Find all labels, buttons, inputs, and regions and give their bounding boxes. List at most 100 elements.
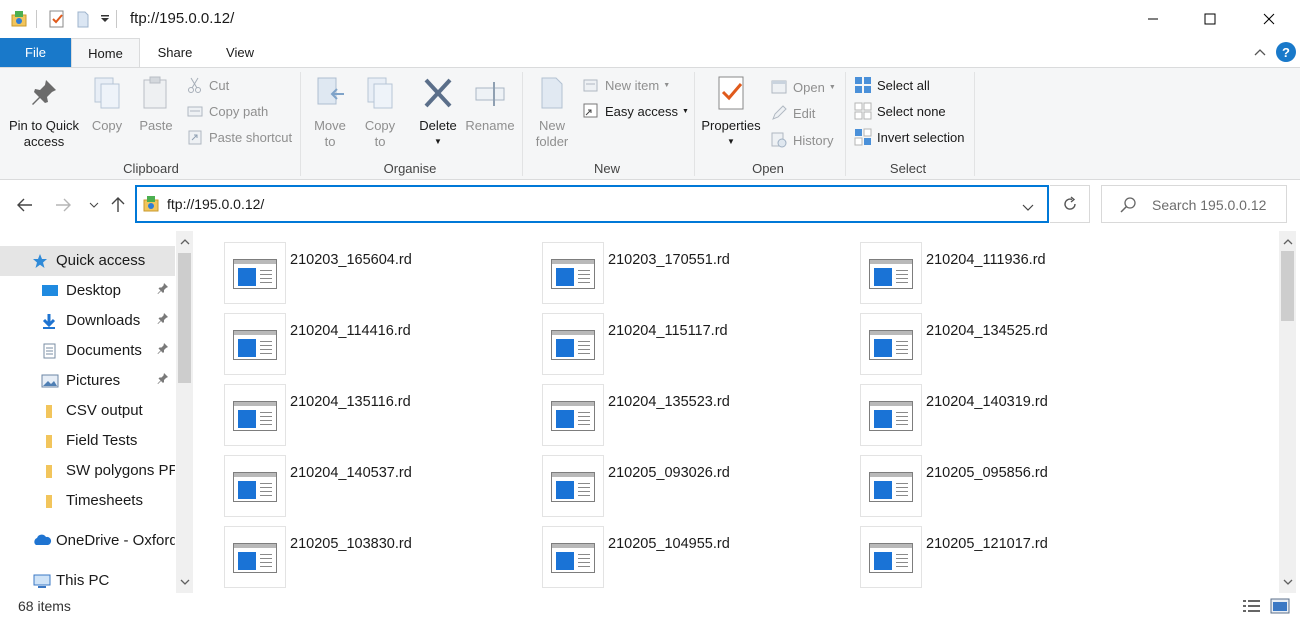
- file-item[interactable]: 210205_103830.rd: [224, 526, 524, 588]
- large-icons-view-icon[interactable]: [1270, 598, 1290, 616]
- maximize-button[interactable]: [1187, 0, 1233, 38]
- address-dropdown-chevron-icon[interactable]: [1022, 199, 1034, 215]
- rd-file-icon: [542, 455, 604, 517]
- forward-arrow-icon[interactable]: [53, 195, 73, 215]
- nav-item-quick-access[interactable]: Quick access: [0, 246, 175, 276]
- cut-button[interactable]: Cut: [186, 74, 229, 96]
- new-folder-qa-icon[interactable]: [72, 8, 94, 30]
- file-list-scrollbar[interactable]: [1279, 231, 1296, 593]
- window-title: ftp://195.0.0.12/: [130, 10, 235, 27]
- new-folder-label-1: New: [538, 118, 565, 133]
- close-button[interactable]: [1246, 0, 1292, 38]
- delete-dropdown-icon[interactable]: ▼: [416, 134, 460, 150]
- ftp-location-icon: [142, 195, 160, 213]
- address-input[interactable]: ftp://195.0.0.12/: [167, 196, 264, 212]
- history-label: History: [793, 132, 834, 148]
- easy-access-icon: [582, 102, 600, 120]
- edit-button[interactable]: Edit: [770, 102, 815, 124]
- nav-pane-scroll-thumb[interactable]: [178, 253, 191, 383]
- recent-locations-chevron-icon[interactable]: [84, 195, 104, 215]
- file-name: 210204_140319.rd: [926, 394, 1048, 410]
- nav-item-pictures[interactable]: Pictures: [0, 366, 175, 396]
- file-item[interactable]: 210204_135116.rd: [224, 384, 524, 446]
- tab-share[interactable]: Share: [140, 38, 210, 67]
- copy-icon: [89, 74, 125, 112]
- nav-item-label: Downloads: [66, 312, 141, 329]
- file-item[interactable]: 210204_111936.rd: [860, 242, 1160, 304]
- scroll-down-arrow-icon[interactable]: [176, 573, 193, 590]
- copy-path-icon: [186, 102, 204, 120]
- file-item[interactable]: 210204_140537.rd: [224, 455, 524, 517]
- help-icon[interactable]: ?: [1276, 42, 1296, 62]
- invert-selection-button[interactable]: Invert selection: [854, 126, 964, 148]
- rename-button[interactable]: Rename: [464, 74, 516, 134]
- scroll-up-arrow-icon[interactable]: [1279, 233, 1296, 250]
- select-none-button[interactable]: Select none: [854, 100, 946, 122]
- details-view-icon[interactable]: [1242, 598, 1262, 616]
- new-item-button[interactable]: New item ▼: [582, 74, 670, 96]
- pin-label-2: access: [23, 134, 65, 149]
- nav-item-csv-output[interactable]: CSV output: [0, 396, 175, 426]
- refresh-button[interactable]: [1050, 185, 1090, 223]
- rd-file-icon: [224, 313, 286, 375]
- pin-icon: [157, 372, 169, 387]
- ribbon-separator: [974, 72, 975, 176]
- nav-item-this-pc[interactable]: This PC: [0, 566, 175, 596]
- rd-file-icon: [224, 526, 286, 588]
- file-item[interactable]: 210204_140319.rd: [860, 384, 1160, 446]
- file-item[interactable]: 210205_121017.rd: [860, 526, 1160, 588]
- select-all-button[interactable]: Select all: [854, 74, 930, 96]
- copy-path-button[interactable]: Copy path: [186, 100, 268, 122]
- file-item[interactable]: 210204_115117.rd: [542, 313, 842, 375]
- address-bar[interactable]: ftp://195.0.0.12/: [135, 185, 1049, 223]
- nav-item-timesheets[interactable]: Timesheets: [0, 486, 175, 516]
- open-button[interactable]: Open ▼: [770, 76, 836, 98]
- properties-dropdown-icon[interactable]: ▼: [698, 134, 764, 150]
- file-list-scroll-thumb[interactable]: [1281, 251, 1294, 321]
- nav-item-desktop[interactable]: Desktop: [0, 276, 175, 306]
- move-to-button[interactable]: Move to: [308, 74, 352, 150]
- properties-qa-icon[interactable]: [46, 8, 68, 30]
- paste-button[interactable]: Paste: [135, 74, 177, 134]
- file-item[interactable]: 210205_104955.rd: [542, 526, 842, 588]
- nav-item-documents[interactable]: Documents: [0, 336, 175, 366]
- nav-item-sw-polygons-pp[interactable]: SW polygons PP: [0, 456, 175, 486]
- tab-file[interactable]: File: [0, 38, 71, 67]
- scroll-up-arrow-icon[interactable]: [176, 233, 193, 250]
- ftp-folder-icon[interactable]: [8, 8, 30, 30]
- nav-pane-scrollbar[interactable]: [176, 231, 193, 593]
- minimize-button[interactable]: [1130, 0, 1176, 38]
- paste-shortcut-button[interactable]: Paste shortcut: [186, 126, 292, 148]
- file-item[interactable]: 210204_135523.rd: [542, 384, 842, 446]
- file-item[interactable]: 210203_165604.rd: [224, 242, 524, 304]
- title-separator: [116, 10, 117, 28]
- file-item[interactable]: 210203_170551.rd: [542, 242, 842, 304]
- search-box[interactable]: Search 195.0.0.12: [1101, 185, 1287, 223]
- nav-item-field-tests[interactable]: Field Tests: [0, 426, 175, 456]
- new-folder-button[interactable]: New folder: [530, 74, 574, 150]
- history-button[interactable]: History: [770, 129, 833, 151]
- properties-button[interactable]: Properties ▼: [698, 74, 764, 150]
- file-item[interactable]: 210204_114416.rd: [224, 313, 524, 375]
- copy-to-button[interactable]: Copy to: [358, 74, 402, 150]
- back-arrow-icon[interactable]: [15, 195, 35, 215]
- tab-view[interactable]: View: [210, 38, 270, 67]
- scroll-down-arrow-icon[interactable]: [1279, 573, 1296, 590]
- up-arrow-icon[interactable]: [108, 195, 128, 215]
- delete-button[interactable]: Delete ▼: [416, 74, 460, 150]
- file-item[interactable]: 210205_095856.rd: [860, 455, 1160, 517]
- collapse-ribbon-icon[interactable]: [1252, 44, 1268, 60]
- file-item[interactable]: 210205_093026.rd: [542, 455, 842, 517]
- paste-shortcut-label: Paste shortcut: [209, 129, 293, 145]
- file-item[interactable]: 210204_134525.rd: [860, 313, 1160, 375]
- nav-item-downloads[interactable]: Downloads: [0, 306, 175, 336]
- easy-access-label: Easy access: [605, 103, 678, 119]
- tab-home[interactable]: Home: [71, 38, 140, 68]
- search-input[interactable]: Search 195.0.0.12: [1152, 197, 1266, 213]
- select-all-label: Select all: [877, 77, 930, 93]
- pin-to-quick-access-button[interactable]: Pin to Quick access: [4, 74, 84, 150]
- copy-button[interactable]: Copy: [86, 74, 128, 134]
- easy-access-button[interactable]: Easy access ▼: [582, 100, 689, 122]
- customize-qa-dropdown-icon[interactable]: [94, 8, 116, 30]
- nav-item-onedrive-oxford[interactable]: OneDrive - Oxford: [0, 526, 175, 556]
